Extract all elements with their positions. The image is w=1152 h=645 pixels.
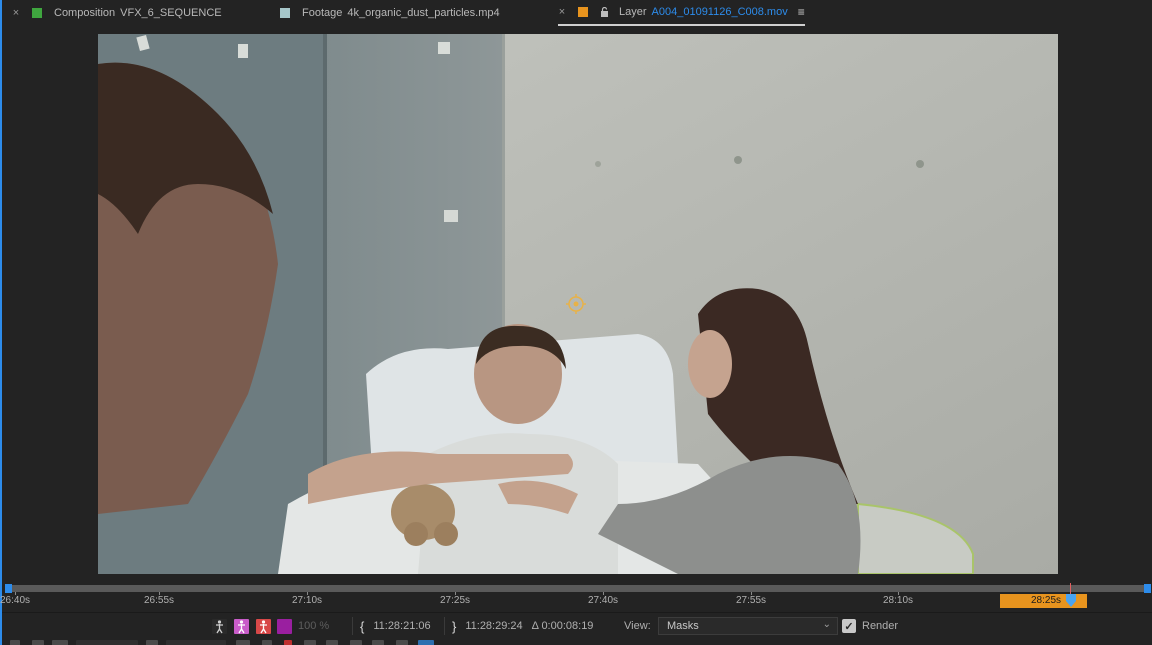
time-navigator-end-handle[interactable] — [1144, 584, 1151, 593]
puppet-starch-icon[interactable] — [256, 618, 271, 634]
viewer-bottom-toolbar — [2, 638, 1152, 645]
toolbar-button[interactable] — [146, 640, 158, 645]
channel-icon[interactable] — [284, 640, 292, 645]
view-dropdown-value: Masks — [667, 620, 699, 632]
toolbar-button[interactable] — [304, 640, 316, 645]
footage-frame[interactable] — [98, 34, 1058, 574]
overlay-color-swatch[interactable] — [277, 618, 292, 634]
view-label: View: — [624, 620, 651, 632]
label-color-swatch — [280, 8, 290, 18]
time-ruler-ticks[interactable]: 26:40s 26:55s 27:10s 27:25s 27:40s 27:55… — [0, 583, 1152, 612]
divider — [352, 617, 353, 635]
time-tick-label: 26:40s — [0, 592, 31, 606]
view-dropdown[interactable]: Masks ⌄ — [658, 617, 838, 635]
tab-footage[interactable]: Footage 4k_organic_dust_particles.mp4 — [280, 0, 500, 26]
in-point-value[interactable]: 11:28:21:06 — [373, 620, 430, 632]
time-tick-label: 27:40s — [587, 592, 619, 606]
toolbar-button[interactable] — [52, 640, 68, 645]
tab-item-name: 4k_organic_dust_particles.mp4 — [347, 7, 500, 19]
tab-type-label: Composition — [54, 7, 116, 19]
view-label-group: View: — [624, 613, 651, 639]
time-tick-label: 27:55s — [735, 592, 767, 606]
puppet-pin-icon[interactable] — [212, 618, 227, 634]
tab-composition[interactable]: × Composition VFX_6_SEQUENCE — [12, 0, 222, 26]
puppet-pin-highlight-icon[interactable] — [234, 618, 249, 634]
current-time-field[interactable] — [166, 640, 226, 645]
in-point-group: { 11:28:21:06 — [360, 613, 431, 639]
current-time-label: 28:25s — [1030, 595, 1062, 606]
keyframe-nav-group: 100 % — [212, 613, 329, 639]
time-navigator-start-handle[interactable] — [5, 584, 12, 593]
time-tick-label: 27:10s — [291, 592, 323, 606]
tab-type-label: Footage — [302, 7, 343, 19]
layer-viewer[interactable] — [2, 28, 1152, 582]
toolbar-button[interactable] — [32, 640, 44, 645]
tab-item-name: A004_01091126_C008.mov — [651, 6, 788, 18]
close-icon[interactable]: × — [558, 6, 566, 18]
exposure-value[interactable] — [418, 640, 434, 645]
render-checkbox[interactable]: ✓ — [842, 619, 856, 633]
time-tick-label: 26:55s — [143, 592, 175, 606]
close-icon[interactable]: × — [12, 7, 20, 19]
toolbar-button[interactable] — [262, 640, 272, 645]
current-time-indicator-line — [1070, 583, 1071, 594]
time-tick-label: 28:10s — [882, 592, 914, 606]
toolbar-button[interactable] — [326, 640, 338, 645]
panel-menu-icon[interactable]: ≡ — [798, 5, 805, 19]
viewer-tab-bar: × Composition VFX_6_SEQUENCE Footage 4k_… — [2, 0, 1152, 28]
render-label: Render — [862, 620, 899, 632]
set-in-point-icon[interactable]: { — [360, 619, 364, 634]
label-color-swatch — [32, 8, 42, 18]
layer-time-ruler[interactable]: 26:40s 26:55s 27:10s 27:25s 27:40s 27:55… — [0, 582, 1152, 612]
toolbar-button[interactable] — [372, 640, 384, 645]
tab-layer[interactable]: × Layer A004_01091126_C008.mov ≡ — [558, 0, 805, 26]
viewer-control-bar: 100 % { 11:28:21:06 } 11:28:29:24 Δ 0:00… — [2, 612, 1152, 639]
toolbar-button[interactable] — [350, 640, 362, 645]
time-tick-label: 27:25s — [439, 592, 471, 606]
time-navigator-bar[interactable] — [8, 585, 1146, 592]
render-toggle[interactable]: ✓ Render — [842, 613, 898, 639]
overlay-opacity-value[interactable]: 100 % — [298, 620, 329, 632]
footage-image — [98, 34, 1058, 574]
lock-icon[interactable] — [600, 6, 609, 17]
toolbar-button[interactable] — [10, 640, 20, 645]
chevron-down-icon: ⌄ — [822, 619, 831, 630]
set-out-point-icon[interactable]: } — [452, 619, 456, 634]
snapshot-icon[interactable] — [236, 640, 250, 645]
label-color-swatch — [578, 7, 588, 17]
toolbar-button[interactable] — [396, 640, 408, 645]
current-time-indicator-icon[interactable] — [1066, 594, 1076, 608]
zoom-dropdown[interactable] — [76, 640, 138, 645]
tab-item-name: VFX_6_SEQUENCE — [120, 7, 222, 19]
out-point-value[interactable]: 11:28:29:24 — [465, 620, 522, 632]
divider — [444, 617, 445, 635]
duration-value: Δ 0:00:08:19 — [531, 620, 594, 632]
tab-type-label: Layer — [619, 6, 647, 18]
out-point-group: } 11:28:29:24 Δ 0:00:08:19 — [452, 613, 593, 639]
